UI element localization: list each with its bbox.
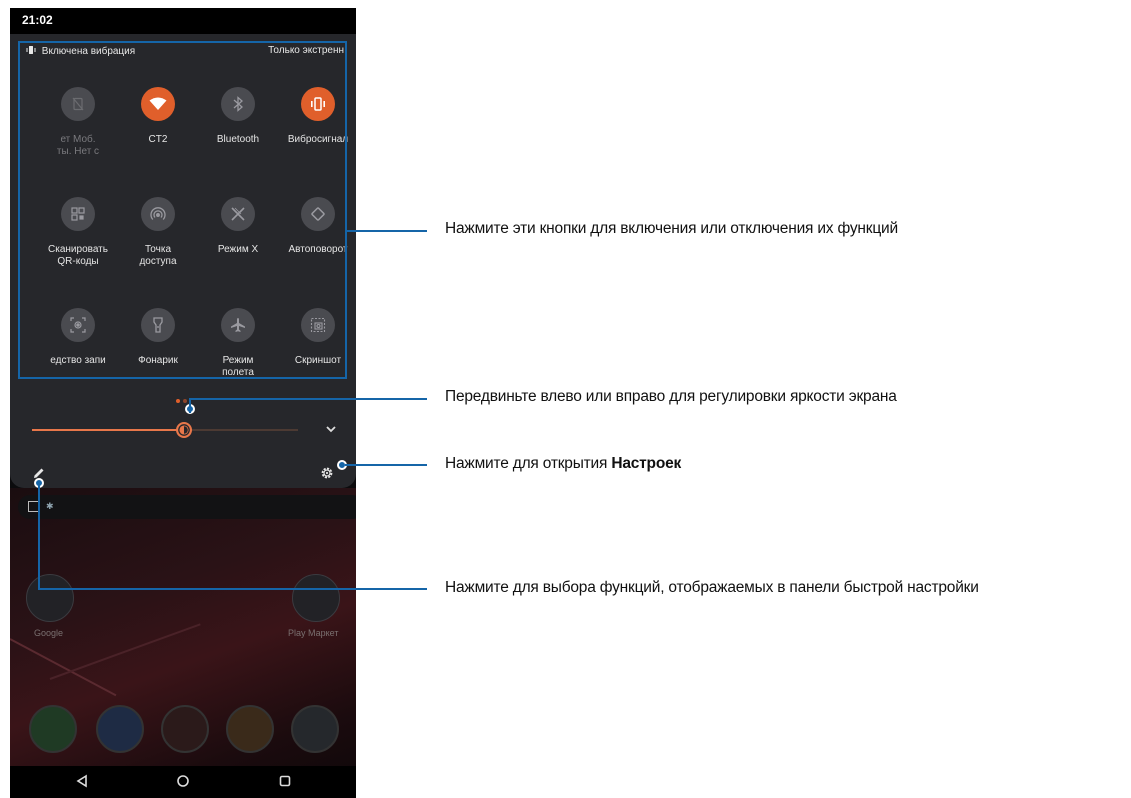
home-icon[interactable] — [176, 774, 190, 788]
callout-line — [38, 484, 40, 590]
wallpaper-streak — [10, 638, 117, 697]
annotation-brightness: Передвиньте влево или вправо для регулир… — [445, 388, 897, 405]
annotation-tiles: Нажмите эти кнопки для включения или отк… — [445, 220, 898, 237]
page-dot — [183, 399, 187, 403]
app-icon: ✱ — [46, 501, 54, 511]
gear-icon[interactable] — [320, 466, 334, 480]
callout-line — [189, 398, 427, 400]
notification-strip[interactable]: ✱ — [18, 495, 356, 519]
callout-line — [347, 230, 427, 232]
phone-app-icon[interactable] — [29, 705, 77, 753]
tiles-highlight-box — [18, 41, 347, 379]
annotation-settings-text: Нажмите для открытия — [445, 455, 612, 472]
back-icon[interactable] — [75, 774, 89, 788]
recents-icon[interactable] — [278, 774, 292, 788]
brightness-slider-fill — [32, 429, 184, 431]
status-bar: 21:02 — [10, 8, 356, 34]
navigation-bar — [10, 766, 356, 798]
camera-app-icon[interactable] — [291, 705, 339, 753]
page-dot — [176, 399, 180, 403]
app-label: Google — [34, 628, 64, 638]
brightness-slider[interactable] — [32, 422, 298, 438]
annotation-settings-bold: Настроек — [611, 455, 682, 472]
play-store-app[interactable] — [292, 574, 340, 622]
chrome-app-icon[interactable] — [226, 705, 274, 753]
wallpaper-streak — [49, 623, 201, 680]
annotation-settings: Нажмите для открытия Настроек — [445, 455, 681, 473]
callout-line — [189, 399, 191, 413]
callout-line — [38, 588, 427, 590]
callout-line — [345, 464, 427, 466]
status-time: 21:02 — [22, 13, 53, 27]
app-label: Play Маркет — [288, 628, 339, 638]
brightness-icon[interactable] — [175, 421, 193, 439]
annotation-edit: Нажмите для выбора функций, отображаемых… — [445, 579, 979, 596]
messages-app-icon[interactable] — [96, 705, 144, 753]
google-folder[interactable] — [26, 574, 74, 622]
rog-app-icon[interactable] — [161, 705, 209, 753]
chevron-down-icon[interactable] — [324, 422, 338, 436]
